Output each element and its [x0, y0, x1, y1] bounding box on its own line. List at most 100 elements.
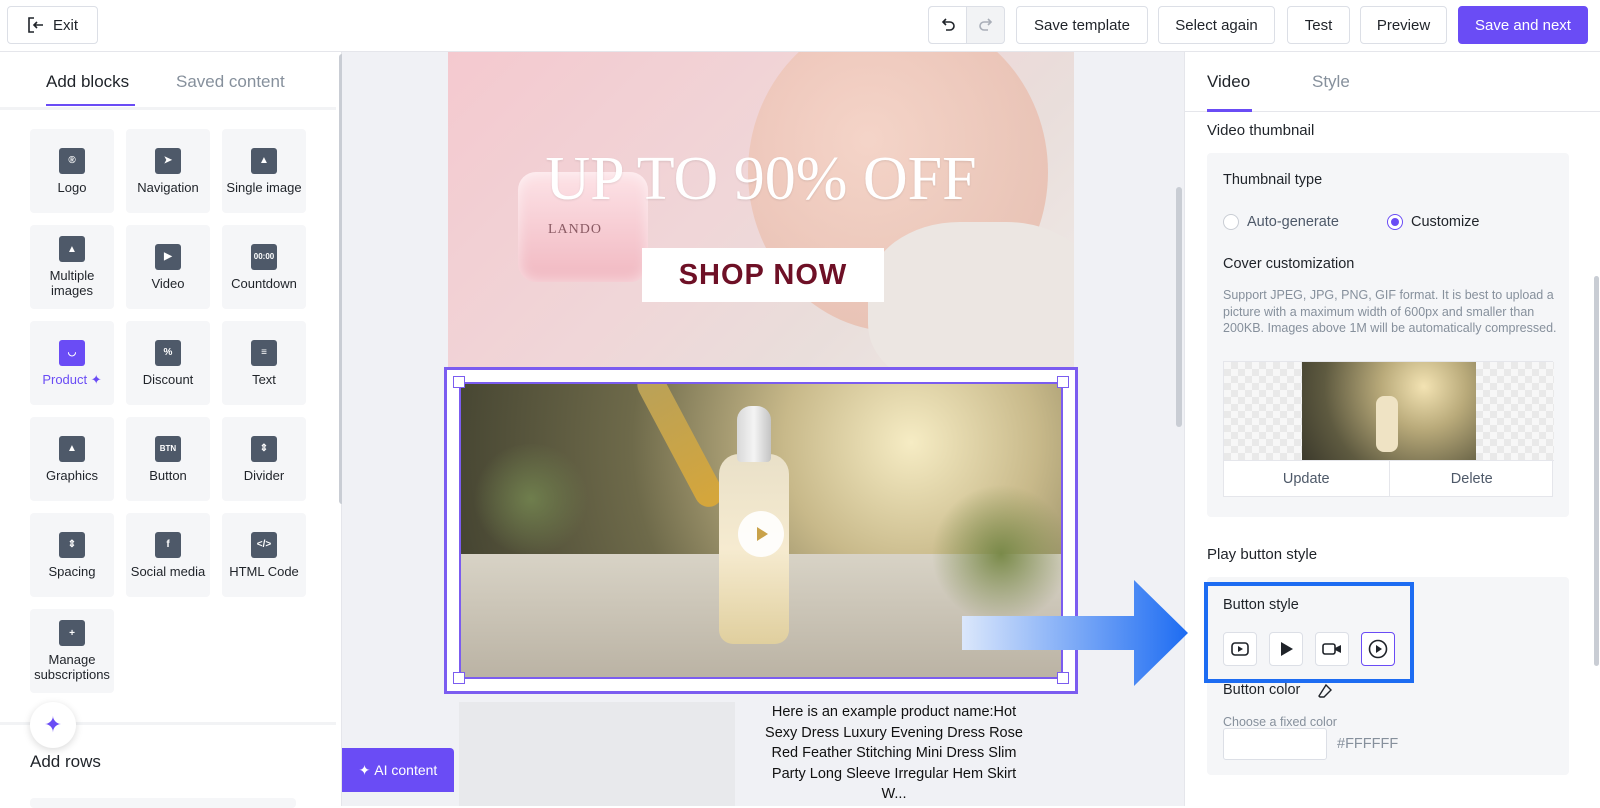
preview-button[interactable]: Preview	[1360, 6, 1447, 44]
block-label: Text	[252, 371, 276, 387]
cover-customization-label: Cover customization	[1223, 256, 1355, 272]
shop-now-button[interactable]: SHOP NOW	[642, 248, 884, 302]
block-multiple-images[interactable]: ▲ Multiple images	[30, 225, 114, 309]
right-tabs: Video Style	[1185, 52, 1600, 112]
code-icon: </>	[251, 531, 277, 558]
images-icon: ▲	[59, 236, 85, 262]
block-product[interactable]: ◡ Product ✦	[30, 321, 114, 405]
color-value: #FFFFFF	[1337, 736, 1399, 752]
block-label: Manage subscriptions	[34, 652, 110, 682]
exit-button[interactable]: Exit	[7, 6, 98, 44]
top-toolbar: Exit Save template Select again Test Pre…	[0, 0, 1600, 52]
foliage	[471, 444, 591, 554]
ai-content-button[interactable]: ✦ AI content	[342, 748, 454, 792]
add-rows-heading: Add rows	[30, 752, 101, 771]
active-tab-indicator	[46, 104, 135, 106]
block-manage-subscriptions[interactable]: + Manage subscriptions	[30, 609, 114, 693]
active-tab-indicator	[1207, 109, 1252, 112]
button-icon: BTN	[155, 435, 181, 462]
block-button[interactable]: BTN Button	[126, 417, 210, 501]
play-icon[interactable]	[738, 511, 784, 557]
resize-handle[interactable]	[453, 376, 465, 388]
video-icon: ▶	[155, 243, 181, 270]
exit-label: Exit	[52, 16, 78, 34]
block-divider[interactable]: ⇕ Divider	[222, 417, 306, 501]
text-icon: ≡	[251, 339, 277, 366]
block-discount[interactable]: % Discount	[126, 321, 210, 405]
thumbnail-card: Thumbnail type Auto-generate Customize C…	[1207, 153, 1569, 517]
block-label: Countdown	[231, 275, 297, 291]
redo-button[interactable]	[967, 7, 1004, 43]
annotation-highlight	[1204, 582, 1414, 683]
logo-icon: ®	[59, 147, 85, 174]
cover-hint: Support JPEG, JPG, PNG, GIF format. It i…	[1223, 288, 1557, 335]
block-navigation[interactable]: ➤ Navigation	[126, 129, 210, 213]
block-video[interactable]: ▶ Video	[126, 225, 210, 309]
spacing-icon: ⇕	[59, 531, 85, 558]
test-button[interactable]: Test	[1287, 6, 1350, 44]
cover-actions: Update Delete	[1224, 460, 1554, 497]
eraser-icon[interactable]	[1317, 683, 1333, 704]
product-image[interactable]	[459, 702, 735, 806]
divider-icon: ⇕	[251, 435, 277, 462]
block-graphics[interactable]: ▲ Graphics	[30, 417, 114, 501]
block-label: Discount	[142, 371, 194, 387]
cover-image	[1302, 362, 1476, 460]
bookmark-plus-icon: +	[59, 620, 85, 646]
tab-add-blocks[interactable]: Add blocks	[46, 72, 129, 92]
jar-label: LANDO	[548, 222, 602, 237]
select-again-button[interactable]: Select again	[1158, 6, 1275, 44]
save-and-next-button[interactable]: Save and next	[1458, 6, 1588, 44]
product-bag-icon: ◡	[59, 339, 85, 366]
block-text[interactable]: ≡ Text	[222, 321, 306, 405]
sparkle-icon: ✦	[90, 371, 102, 387]
undo-redo-group	[928, 6, 1005, 44]
tab-video[interactable]: Video	[1207, 72, 1250, 92]
navigation-icon: ➤	[155, 147, 181, 174]
color-input[interactable]	[1223, 728, 1327, 760]
block-spacing[interactable]: ⇕ Spacing	[30, 513, 114, 597]
canvas-scrollbar[interactable]	[1176, 187, 1182, 427]
block-social-media[interactable]: f Social media	[126, 513, 210, 597]
ai-content-label: AI content	[374, 762, 438, 778]
row-item[interactable]	[30, 798, 296, 808]
right-scrollbar[interactable]	[1594, 276, 1599, 666]
block-label: HTML Code	[229, 563, 299, 579]
block-label: Single image	[226, 179, 302, 195]
hero-robe	[868, 222, 1074, 370]
block-countdown[interactable]: 00:00 Countdown	[222, 225, 306, 309]
radio-customize-label[interactable]: Customize	[1411, 214, 1480, 230]
button-color-label: Button color	[1223, 682, 1301, 698]
bottle-cap	[737, 406, 771, 462]
radio-auto-generate-label[interactable]: Auto-generate	[1247, 214, 1339, 230]
countdown-icon: 00:00	[251, 243, 277, 270]
email-canvas: LANDO UP TO 90% OFF SHOP NOW Here is an …	[342, 52, 1184, 806]
facebook-icon: f	[155, 531, 181, 558]
hero-image[interactable]: LANDO UP TO 90% OFF SHOP NOW	[448, 52, 1074, 370]
undo-button[interactable]	[929, 7, 967, 43]
resize-handle[interactable]	[453, 672, 465, 684]
properties-panel: Video Style Video thumbnail Thumbnail ty…	[1184, 52, 1600, 806]
tab-saved-content[interactable]: Saved content	[176, 72, 285, 92]
update-button[interactable]: Update	[1224, 461, 1390, 497]
block-single-image[interactable]: ▲ Single image	[222, 129, 306, 213]
block-label: Video	[151, 275, 185, 291]
graphics-icon: ▲	[59, 435, 85, 462]
save-template-button[interactable]: Save template	[1016, 6, 1148, 44]
sparkle-icon: ✦	[358, 761, 375, 778]
block-logo[interactable]: ® Logo	[30, 129, 114, 213]
block-label: Navigation	[137, 179, 199, 195]
block-label: Social media	[130, 563, 206, 579]
tab-style[interactable]: Style	[1312, 72, 1350, 92]
delete-button[interactable]: Delete	[1390, 461, 1555, 497]
annotation-arrow-icon	[962, 580, 1188, 686]
block-label: Graphics	[45, 467, 99, 483]
thumbnail-type-label: Thumbnail type	[1223, 172, 1323, 188]
block-label: Logo	[57, 179, 87, 195]
cover-preview: Update Delete	[1223, 361, 1554, 497]
ai-sparkle-button[interactable]: ✦	[30, 702, 76, 748]
radio-auto-generate[interactable]	[1223, 214, 1239, 230]
radio-customize[interactable]	[1387, 214, 1403, 230]
resize-handle[interactable]	[1057, 376, 1069, 388]
block-html-code[interactable]: </> HTML Code	[222, 513, 306, 597]
